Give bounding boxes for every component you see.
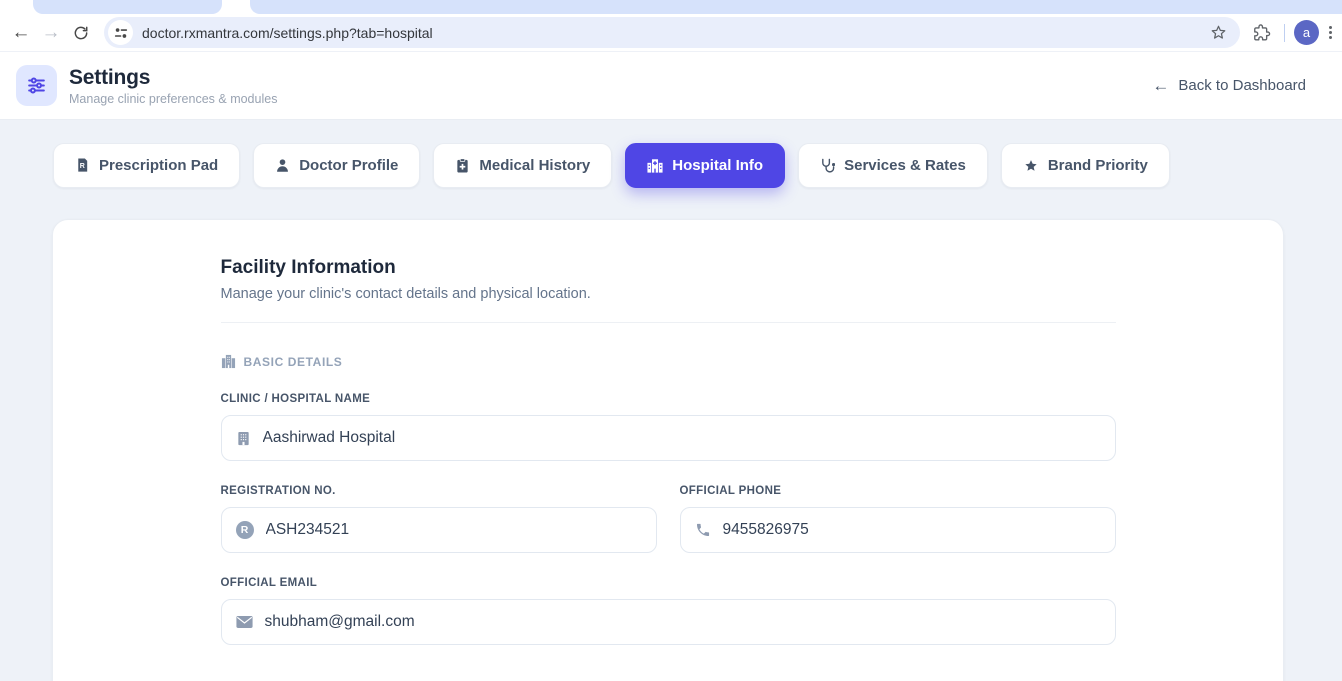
registered-icon: R — [236, 521, 254, 539]
email-input[interactable] — [265, 613, 1101, 631]
tab-label: Prescription Pad — [99, 157, 218, 174]
clinic-name-input[interactable] — [263, 429, 1101, 447]
browser-back-button[interactable]: ← — [6, 18, 36, 48]
person-icon — [275, 158, 290, 173]
registration-input[interactable] — [266, 521, 642, 539]
page-title: Settings — [69, 66, 277, 90]
back-to-dashboard-link[interactable]: ← Back to Dashboard — [1152, 77, 1306, 94]
basic-details-heading: BASIC DETAILS — [221, 354, 1116, 369]
phone-field[interactable] — [680, 507, 1116, 553]
facility-subtitle: Manage your clinic's contact details and… — [221, 286, 1116, 302]
settings-icon-box — [16, 65, 57, 106]
tune-icon — [114, 26, 128, 40]
browser-tab-shape[interactable] — [33, 0, 222, 14]
back-arrow-icon: ← — [1152, 77, 1169, 94]
email-field[interactable] — [221, 599, 1116, 645]
browser-tabstrip-fill — [250, 0, 1342, 14]
tab-services-rates[interactable]: Services & Rates — [798, 143, 988, 188]
phone-input[interactable] — [723, 521, 1101, 539]
extensions-button[interactable] — [1252, 23, 1271, 42]
tab-hospital-info[interactable]: Hospital Info — [625, 143, 785, 188]
url-text[interactable]: doctor.rxmantra.com/settings.php?tab=hos… — [142, 25, 1209, 41]
tab-label: Hospital Info — [672, 157, 763, 174]
tab-label: Medical History — [479, 157, 590, 174]
tab-label: Doctor Profile — [299, 157, 398, 174]
reload-icon — [73, 25, 89, 41]
clipboard-icon — [455, 158, 470, 173]
registration-field[interactable]: R — [221, 507, 657, 553]
tab-medical-history[interactable]: Medical History — [433, 143, 612, 188]
email-label: OFFICIAL EMAIL — [221, 577, 1116, 589]
puzzle-icon — [1252, 23, 1271, 42]
page-subtitle: Manage clinic preferences & modules — [69, 92, 277, 106]
building-icon — [221, 354, 236, 369]
facility-card: Facility Information Manage your clinic'… — [52, 219, 1284, 681]
clinic-name-label: CLINIC / HOSPITAL NAME — [221, 393, 1116, 405]
browser-tabstrip — [0, 0, 1342, 14]
browser-menu-button[interactable] — [1329, 26, 1332, 39]
sliders-icon — [26, 75, 47, 96]
clinic-name-field[interactable] — [221, 415, 1116, 461]
browser-profile-avatar[interactable]: a — [1294, 20, 1319, 45]
divider — [221, 322, 1116, 323]
page-header: Settings Manage clinic preferences & mod… — [0, 51, 1342, 120]
browser-forward-button: → — [36, 18, 66, 48]
building-icon — [236, 431, 251, 446]
phone-icon — [695, 522, 711, 538]
tab-label: Brand Priority — [1048, 157, 1148, 174]
basic-details-label: BASIC DETAILS — [244, 355, 343, 369]
bookmark-star-button[interactable] — [1209, 23, 1228, 42]
star-outline-icon — [1209, 23, 1228, 42]
tab-doctor-profile[interactable]: Doctor Profile — [253, 143, 420, 188]
site-info-button[interactable] — [108, 20, 133, 45]
phone-label: OFFICIAL PHONE — [680, 485, 1116, 497]
settings-tab-bar: R Prescription Pad Doctor Profile Medica… — [0, 120, 1342, 188]
tab-prescription-pad[interactable]: R Prescription Pad — [53, 143, 240, 188]
toolbar-divider — [1284, 24, 1285, 42]
facility-title: Facility Information — [221, 257, 1116, 279]
tab-brand-priority[interactable]: Brand Priority — [1001, 143, 1170, 188]
star-icon — [1023, 158, 1039, 174]
svg-text:R: R — [80, 163, 85, 170]
envelope-icon — [236, 615, 253, 629]
stethoscope-icon — [820, 158, 835, 173]
registration-label: REGISTRATION NO. — [221, 485, 657, 497]
browser-toolbar: ← → doctor.rxmantra.com/settings.php?tab… — [0, 14, 1342, 51]
prescription-icon: R — [75, 158, 90, 173]
url-bar[interactable]: doctor.rxmantra.com/settings.php?tab=hos… — [104, 17, 1240, 48]
hospital-icon — [647, 158, 663, 173]
browser-reload-button[interactable] — [66, 18, 96, 48]
tab-label: Services & Rates — [844, 157, 966, 174]
back-link-label: Back to Dashboard — [1178, 77, 1306, 94]
